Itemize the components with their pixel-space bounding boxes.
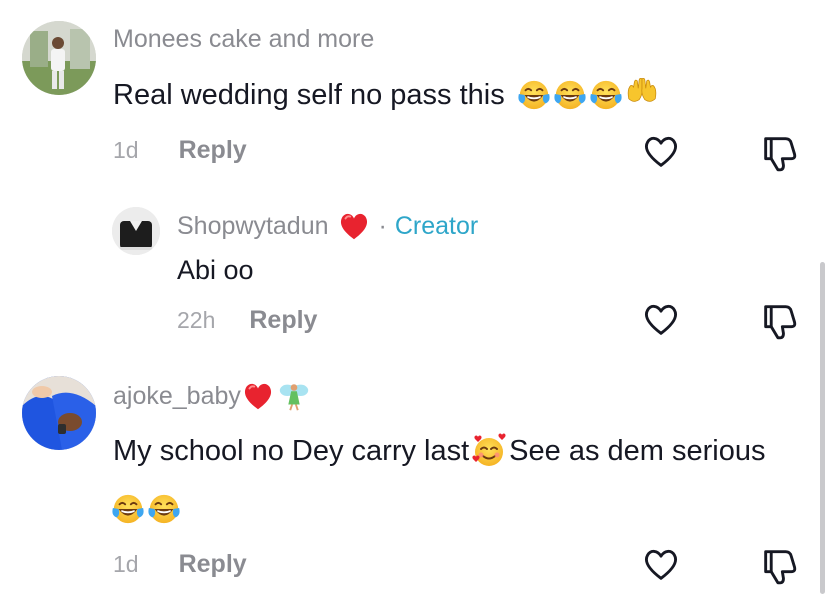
reply-button[interactable]: Reply [179,136,247,165]
laughing-crying-emoji-icon [147,492,181,526]
heart-icon [641,545,681,585]
thumbs-down-icon [759,132,799,172]
comment-username[interactable]: Monees cake and more [113,25,374,54]
separator-dot: · [378,211,387,240]
dislike-button[interactable] [759,545,799,585]
laughing-crying-emoji-icon [517,78,551,112]
thumbs-down-icon [759,545,799,585]
red-heart-emoji-icon [337,209,371,243]
smiling-face-with-hearts-emoji-icon [471,433,507,469]
laughing-crying-emoji-icon [553,78,587,112]
comment-username[interactable]: ajoke_baby [113,378,311,414]
heart-icon [641,300,681,340]
avatar-image [112,207,160,255]
comment-time: 1d [113,551,139,577]
comment-text-line2 [111,488,181,530]
comment-meta: 1d Reply [113,136,247,165]
comment-time: 22h [177,307,216,333]
avatar-image [22,21,96,95]
like-button[interactable] [641,132,681,172]
laughing-crying-emoji-icon [111,492,145,526]
reply-username[interactable]: Shopwytadun · Creator [177,208,478,244]
comment-text: My school no Dey carry last See as dem s… [113,430,765,472]
avatar[interactable] [22,21,96,95]
comment-meta: 22h Reply [177,306,317,335]
comment-meta: 1d Reply [113,550,247,579]
reply-text: Abi oo [177,254,254,285]
reply-button[interactable]: Reply [249,306,317,335]
avatar[interactable] [112,207,160,255]
like-button[interactable] [641,545,681,585]
dislike-button[interactable] [759,132,799,172]
laughing-crying-emoji-icon [589,78,623,112]
avatar[interactable] [22,376,96,450]
creator-badge: Creator [394,211,479,240]
thumbs-down-icon [759,300,799,340]
heart-icon [641,132,681,172]
raised-hands-emoji-icon [625,78,659,112]
comment-text: Real wedding self no pass this [113,75,659,115]
scrollbar[interactable] [820,262,825,594]
fairy-emoji-icon [277,379,311,413]
avatar-image [22,376,96,450]
comment-time: 1d [113,137,139,163]
like-button[interactable] [641,300,681,340]
dislike-button[interactable] [759,300,799,340]
red-heart-emoji-icon [241,379,275,413]
reply-button[interactable]: Reply [179,550,247,579]
